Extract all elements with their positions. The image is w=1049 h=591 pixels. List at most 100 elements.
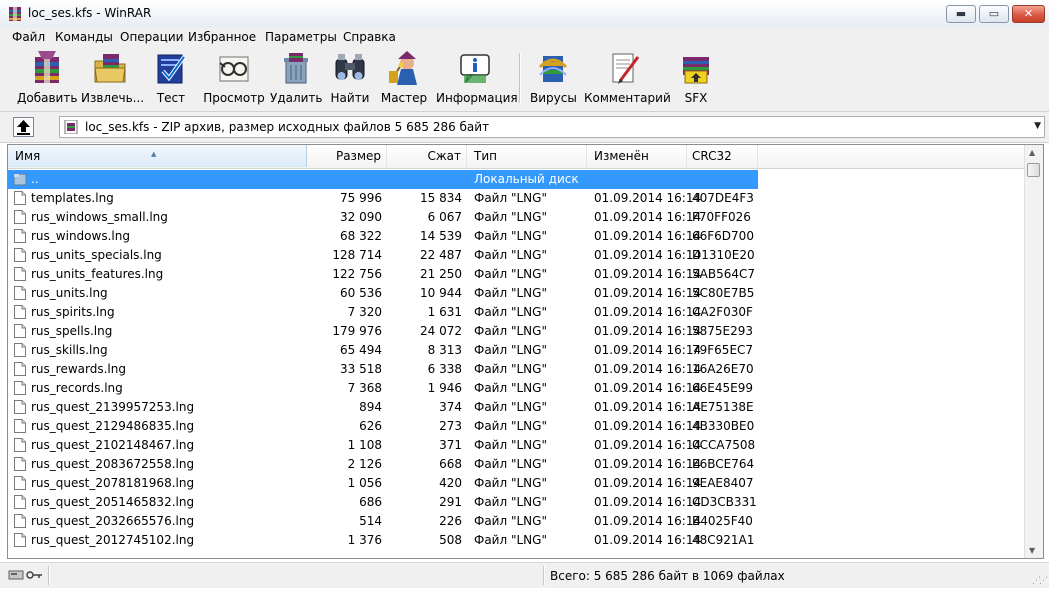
file-name: templates.lng — [31, 191, 114, 205]
column-type[interactable]: Тип — [467, 145, 587, 167]
vertical-scrollbar[interactable]: ▲ ▼ — [1024, 145, 1043, 558]
menu-favorites[interactable]: Избранное — [188, 30, 256, 44]
archive-file-icon — [64, 120, 78, 134]
column-crc32[interactable]: CRC32 — [687, 145, 758, 167]
resize-grip-icon[interactable]: ⋰⋰ — [1032, 576, 1048, 586]
file-name: rus_quest_2032665576.lng — [31, 514, 195, 528]
winrar-app-icon[interactable] — [7, 6, 23, 22]
scroll-down-arrow-icon[interactable]: ▼ — [1029, 546, 1035, 555]
status-bar: Всего: 5 685 286 байт в 1069 файлах ⋰⋰ — [0, 562, 1049, 588]
file-modified: 01.09.2014 16:14 — [594, 343, 702, 357]
file-icon — [14, 229, 26, 243]
table-row[interactable]: rus_units.lng 60 536 10 944 Файл "LNG" 01.09… — [8, 284, 758, 303]
file-crc32: 4B330BE0 — [692, 419, 755, 433]
wizard-label: Мастер — [380, 91, 428, 105]
parent-folder-name: .. — [31, 172, 39, 186]
column-name[interactable]: ▲ Имя — [8, 145, 307, 167]
file-type: Файл "LNG" — [474, 267, 547, 281]
file-type: Файл "LNG" — [474, 438, 547, 452]
column-modified[interactable]: Изменён — [587, 145, 687, 167]
title-bar[interactable]: loc_ses.kfs - WinRAR ▬ ▭ ✕ — [0, 0, 1049, 29]
sfx-label: SFX — [684, 91, 708, 105]
file-icon — [14, 248, 26, 262]
file-crc32: CA2F030F — [692, 305, 753, 319]
parent-folder-row[interactable]: .. Локальный диск — [8, 170, 758, 189]
file-size: 1 376 — [347, 533, 382, 547]
table-row[interactable]: rus_skills.lng 65 494 8 313 Файл "LNG" 01.09… — [8, 341, 758, 360]
file-packed-size: 21 250 — [420, 267, 462, 281]
table-row[interactable]: rus_spells.lng 179 976 24 072 Файл "LNG" 01.… — [8, 322, 758, 341]
file-packed-size: 22 487 — [420, 248, 462, 262]
wizard-button[interactable]: Мастер — [380, 49, 428, 107]
extract-button[interactable]: Извлечь... — [81, 49, 144, 107]
table-row[interactable]: rus_units_features.lng 122 756 21 250 Файл … — [8, 265, 758, 284]
table-row[interactable]: rus_quest_2078181968.lng 1 056 420 Файл "LN… — [8, 474, 758, 493]
file-name: rus_spells.lng — [31, 324, 113, 338]
file-packed-size: 668 — [439, 457, 462, 471]
table-row[interactable]: rus_spirits.lng 7 320 1 631 Файл "LNG" 01.09… — [8, 303, 758, 322]
menu-help[interactable]: Справка — [343, 30, 396, 44]
up-folder-button[interactable] — [13, 117, 34, 137]
file-type: Файл "LNG" — [474, 191, 547, 205]
scroll-up-arrow-icon[interactable]: ▲ — [1029, 148, 1035, 157]
close-button[interactable]: ✕ — [1012, 5, 1045, 23]
menu-bar: Файл Команды Операции Избранное Параметр… — [0, 28, 1049, 48]
table-row[interactable]: rus_quest_2012745102.lng 1 376 508 Файл "LN… — [8, 531, 758, 550]
table-row[interactable]: templates.lng 75 996 15 834 Файл "LNG" 01.09… — [8, 189, 758, 208]
archive-path-dropdown[interactable]: loc_ses.kfs - ZIP архив, размер исходных… — [59, 116, 1045, 138]
table-row[interactable]: rus_records.lng 7 368 1 946 Файл "LNG" 01.09… — [8, 379, 758, 398]
menu-commands[interactable]: Команды — [55, 30, 113, 44]
virus-scan-button[interactable]: Вирусы — [530, 49, 577, 107]
table-row[interactable]: rus_quest_2083672558.lng 2 126 668 Файл "LN… — [8, 455, 758, 474]
file-size: 33 518 — [340, 362, 382, 376]
sfx-button[interactable]: SFX — [674, 49, 718, 107]
table-row[interactable]: rus_quest_2139957253.lng 894 374 Файл "LNG"… — [8, 398, 758, 417]
file-packed-size: 6 067 — [427, 210, 462, 224]
file-list[interactable]: ▲ Имя Размер Сжат Тип Изменён CRC32 .. Л… — [7, 144, 1044, 559]
menu-file[interactable]: Файл — [12, 30, 45, 44]
find-icon — [335, 54, 365, 80]
add-button[interactable]: Добавить — [17, 49, 77, 107]
file-size: 65 494 — [340, 343, 382, 357]
menu-operations[interactable]: Операции — [120, 30, 183, 44]
maximize-button[interactable]: ▭ — [979, 5, 1009, 23]
file-type: Файл "LNG" — [474, 495, 547, 509]
view-button[interactable]: Просмотр — [203, 49, 265, 107]
file-type: Файл "LNG" — [474, 457, 547, 471]
file-crc32: 5875E293 — [692, 324, 754, 338]
table-row[interactable]: rus_units_specials.lng 128 714 22 487 Файл … — [8, 246, 758, 265]
table-row[interactable]: rus_windows.lng 68 322 14 539 Файл "LNG" 01.… — [8, 227, 758, 246]
table-row[interactable]: rus_quest_2032665576.lng 514 226 Файл "LNG"… — [8, 512, 758, 531]
file-icon — [14, 191, 26, 205]
table-row[interactable]: rus_quest_2051465832.lng 686 291 Файл "LNG"… — [8, 493, 758, 512]
column-packed[interactable]: Сжат — [387, 145, 467, 167]
file-name: rus_rewards.lng — [31, 362, 126, 376]
scroll-thumb[interactable] — [1027, 163, 1040, 177]
file-size: 122 756 — [332, 267, 382, 281]
file-type: Файл "LNG" — [474, 533, 547, 547]
column-size[interactable]: Размер — [307, 145, 387, 167]
info-button[interactable]: Информация — [436, 49, 518, 107]
folder-up-icon — [13, 173, 27, 186]
file-size: 75 996 — [340, 191, 382, 205]
table-row[interactable]: rus_quest_2102148467.lng 1 108 371 Файл "LN… — [8, 436, 758, 455]
file-packed-size: 273 — [439, 419, 462, 433]
table-row[interactable]: rus_windows_small.lng 32 090 6 067 Файл "LN… — [8, 208, 758, 227]
minimize-button[interactable]: ▬ — [946, 5, 976, 23]
table-row[interactable]: rus_rewards.lng 33 518 6 338 Файл "LNG" 01.0… — [8, 360, 758, 379]
add-label: Добавить — [17, 91, 78, 105]
test-button[interactable]: Тест — [148, 49, 194, 107]
dropdown-arrow-icon[interactable]: ▼ — [1034, 121, 1041, 131]
table-row[interactable]: rus_quest_2129486835.lng 626 273 Файл "LNG"… — [8, 417, 758, 436]
file-icon — [14, 476, 26, 490]
drive-key-icon[interactable] — [8, 568, 44, 582]
file-name: rus_quest_2139957253.lng — [31, 400, 195, 414]
find-button[interactable]: Найти — [328, 49, 372, 107]
comment-button[interactable]: Комментарий — [584, 49, 671, 107]
menu-options[interactable]: Параметры — [265, 30, 337, 44]
file-modified: 01.09.2014 16:14 — [594, 229, 702, 243]
file-name: rus_records.lng — [31, 381, 123, 395]
file-type: Файл "LNG" — [474, 419, 547, 433]
delete-button[interactable]: Удалить — [270, 49, 323, 107]
extract-icon — [94, 54, 126, 83]
